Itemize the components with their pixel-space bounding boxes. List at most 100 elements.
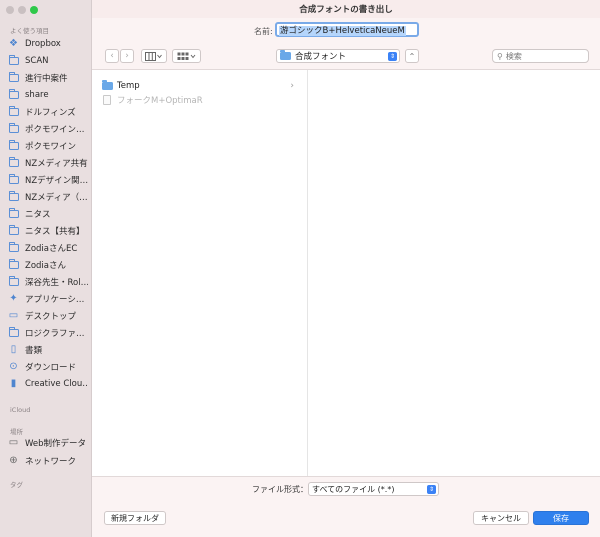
sidebar-item-downloads[interactable]: ⊙ ダウンロード bbox=[8, 359, 88, 374]
sidebar-item-label: デスクトップ bbox=[25, 311, 77, 322]
sidebar-item-fukaya[interactable]: 深谷先生・Rol… bbox=[8, 274, 88, 289]
sidebar-item-label: ポクモワイン… bbox=[25, 124, 85, 135]
sidebar-item-logikura[interactable]: ロジクラファ… bbox=[8, 325, 88, 340]
format-select[interactable]: すべてのファイル (*.*) ⇕ bbox=[308, 482, 439, 496]
updown-arrows-icon: ⇕ bbox=[388, 52, 397, 61]
chevron-left-icon: ‹ bbox=[110, 51, 114, 61]
location-label: 合成フォント bbox=[295, 52, 347, 62]
sidebar-item-share[interactable]: share bbox=[8, 87, 88, 102]
folder-icon bbox=[8, 241, 19, 253]
column-view-button[interactable] bbox=[141, 49, 167, 63]
minimize-window-button[interactable] bbox=[18, 6, 26, 14]
grid-view-button[interactable] bbox=[172, 49, 201, 63]
save-button[interactable]: 保存 bbox=[533, 511, 589, 525]
sidebar-item-label: ZodiaさんEC bbox=[25, 243, 78, 254]
back-button[interactable]: ‹ bbox=[105, 49, 119, 63]
new-folder-button[interactable]: 新規フォルダ bbox=[104, 511, 166, 525]
sidebar-item-pokumo-2[interactable]: ポクモワイン bbox=[8, 138, 88, 153]
window-titlebar: 合成フォントの書き出し bbox=[92, 0, 600, 18]
sidebar-item-creative-cloud[interactable]: ▮ Creative Clou… bbox=[8, 376, 88, 391]
list-item-file: フォークM+OptimaR bbox=[102, 93, 302, 106]
creative-cloud-icon: ▮ bbox=[10, 377, 17, 389]
forward-button[interactable]: › bbox=[120, 49, 134, 63]
sidebar-item-label: Zodiaさん bbox=[25, 260, 66, 271]
zoom-window-button[interactable] bbox=[30, 6, 38, 14]
sidebar-item-pokumo-1[interactable]: ポクモワイン… bbox=[8, 121, 88, 136]
cancel-button[interactable]: キャンセル bbox=[473, 511, 529, 525]
sidebar-item-label: 進行中案件 bbox=[25, 73, 68, 84]
sidebar-item-web-data[interactable]: ▭ Web制作データ bbox=[8, 435, 88, 450]
document-icon: ▯ bbox=[10, 343, 17, 355]
folder-icon bbox=[8, 173, 19, 185]
format-bar: ファイル形式： すべてのファイル (*.*) ⇕ bbox=[92, 476, 600, 500]
sidebar-item-label: ニタス【共有】 bbox=[25, 226, 85, 237]
sidebar-item-network[interactable]: ⊕ ネットワーク bbox=[8, 453, 88, 468]
folder-icon bbox=[8, 122, 19, 134]
sidebar-item-zodia[interactable]: Zodiaさん bbox=[8, 257, 88, 272]
sidebar-item-label: Creative Clou… bbox=[25, 378, 88, 389]
bottom-bar: 新規フォルダ キャンセル 保存 bbox=[92, 500, 600, 537]
filename-input[interactable]: 游ゴシックB+HelveticaNeueM bbox=[275, 22, 419, 37]
chevron-right-icon: › bbox=[125, 51, 129, 61]
folder-icon bbox=[8, 54, 19, 66]
desktop-icon: ▭ bbox=[8, 309, 19, 321]
collapse-button[interactable]: ⌃ bbox=[405, 49, 419, 63]
list-item-temp[interactable]: Temp › bbox=[102, 79, 302, 92]
chevron-up-icon: ⌃ bbox=[408, 51, 416, 61]
chevron-right-icon: › bbox=[290, 80, 294, 91]
sidebar-item-nz-media-shared[interactable]: NZメディア共有 bbox=[8, 155, 88, 170]
sidebar-item-label: Web制作データ bbox=[25, 438, 87, 449]
sidebar-item-label: 深谷先生・Rol… bbox=[25, 277, 88, 288]
dropbox-icon: ❖ bbox=[9, 37, 18, 49]
format-label: ファイル形式： bbox=[252, 485, 308, 494]
folder-icon bbox=[102, 79, 113, 90]
sidebar-item-label: ロジクラファ… bbox=[25, 328, 85, 339]
sidebar-item-nz-design[interactable]: NZデザイン関… bbox=[8, 172, 88, 187]
sidebar-item-label: ドルフィンズ bbox=[25, 107, 76, 118]
sidebar-section-tags: タグ bbox=[10, 481, 23, 489]
download-icon: ⊙ bbox=[9, 360, 18, 372]
sidebar-item-label: ポクモワイン bbox=[25, 141, 77, 152]
sidebar-item-scan[interactable]: SCAN bbox=[8, 53, 88, 68]
format-value: すべてのファイル (*.*) bbox=[312, 484, 395, 494]
folder-icon bbox=[8, 71, 19, 83]
folder-icon bbox=[280, 50, 291, 60]
folder-icon bbox=[8, 139, 19, 151]
folder-icon bbox=[8, 275, 19, 287]
applications-icon: ✦ bbox=[9, 292, 18, 304]
network-icon: ⊕ bbox=[9, 454, 18, 466]
sidebar-section-icloud: iCloud bbox=[10, 406, 31, 414]
name-label: 名前: bbox=[254, 27, 273, 36]
sidebar-item-dropbox[interactable]: ❖ Dropbox bbox=[8, 36, 88, 51]
name-bar: 名前: 游ゴシックB+HelveticaNeueM bbox=[92, 18, 600, 44]
sidebar-item-documents[interactable]: ▯ 書類 bbox=[8, 342, 88, 357]
folder-icon bbox=[8, 156, 19, 168]
sidebar-item-label: ネットワーク bbox=[25, 456, 77, 467]
sidebar-item-nitasu-shared[interactable]: ニタス【共有】 bbox=[8, 223, 88, 238]
document-icon bbox=[103, 94, 111, 105]
browser-column: Temp › フォークM+OptimaR bbox=[92, 70, 308, 476]
folder-icon bbox=[8, 326, 19, 338]
location-select[interactable]: 合成フォント ⇕ bbox=[276, 49, 400, 63]
sidebar-item-zodia-ec[interactable]: ZodiaさんEC bbox=[8, 240, 88, 255]
updown-arrows-icon: ⇕ bbox=[427, 485, 436, 494]
search-input[interactable] bbox=[505, 51, 576, 61]
sidebar-item-nz-media[interactable]: NZメディア（… bbox=[8, 189, 88, 204]
sidebar-item-label: NZメディア共有 bbox=[25, 158, 88, 169]
sidebar-item-dolphins[interactable]: ドルフィンズ bbox=[8, 104, 88, 119]
sidebar-item-applications[interactable]: ✦ アプリケーシ… bbox=[8, 291, 88, 306]
list-item-label: Temp bbox=[117, 80, 140, 91]
sidebar-item-desktop[interactable]: ▭ デスクトップ bbox=[8, 308, 88, 323]
columns-icon bbox=[145, 51, 162, 61]
close-window-button[interactable] bbox=[6, 6, 14, 14]
sidebar-section-favorites: よく使う項目 bbox=[10, 27, 49, 35]
folder-icon bbox=[8, 224, 19, 236]
sidebar-item-label: SCAN bbox=[25, 55, 49, 66]
sidebar-item-shinkouchu[interactable]: 進行中案件 bbox=[8, 70, 88, 85]
sidebar-item-label: Dropbox bbox=[25, 38, 61, 49]
window-title: 合成フォントの書き出し bbox=[299, 5, 393, 15]
search-field[interactable]: ⚲ bbox=[492, 49, 589, 63]
list-item-label: フォークM+OptimaR bbox=[117, 95, 203, 106]
sidebar-item-nitasu[interactable]: ニタス bbox=[8, 206, 88, 221]
file-browser: Temp › フォークM+OptimaR bbox=[92, 70, 600, 476]
